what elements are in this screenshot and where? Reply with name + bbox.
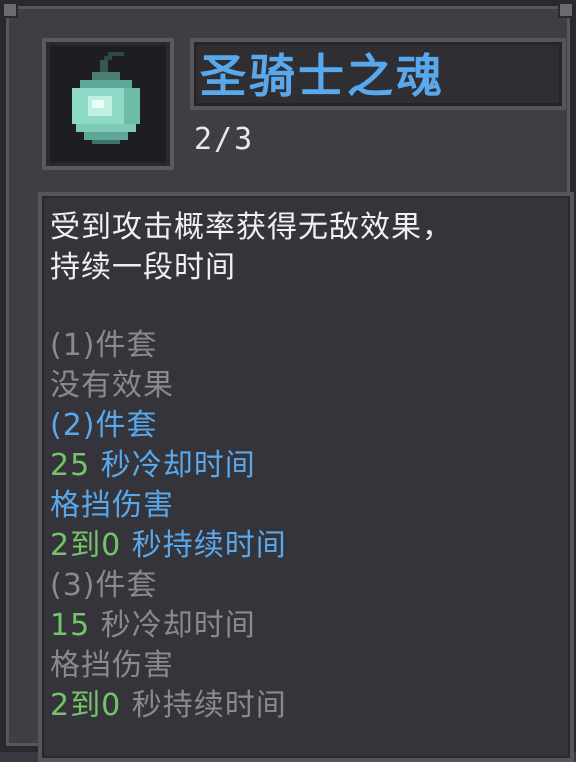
effect-number: 25 [50, 448, 91, 483]
set-effect-line: 没有效果 [50, 368, 174, 403]
set-header-1: (1)件套 [50, 328, 158, 363]
effect-number: 15 [50, 608, 91, 643]
set-header-2: (2)件套 [50, 408, 158, 443]
item-description: 受到攻击概率获得无敌效果， 持续一段时间 [50, 208, 453, 288]
set-effect-line: 格挡伤害 [50, 488, 174, 523]
set-bonus-list: (1)件套 没有效果 (2)件套 25 秒冷却时间 格挡伤害 2到0 秒持续时间… [50, 326, 287, 726]
set-effect-line: 15 秒冷却时间 [50, 608, 256, 643]
set-effect-line: 25 秒冷却时间 [50, 448, 256, 483]
soul-orb-icon [72, 52, 140, 144]
item-icon-slot [42, 38, 174, 170]
effect-number: 2到0 [50, 528, 122, 563]
item-count: 2/3 [194, 122, 255, 157]
tooltip-panel: 圣骑士之魂 2/3 受到攻击概率获得无敌效果， 持续一段时间 (1)件套 没有效… [0, 0, 576, 762]
set-effect-line: 格挡伤害 [50, 648, 174, 683]
description-line: 受到攻击概率获得无敌效果， [50, 210, 453, 245]
corner-rivet [558, 2, 574, 18]
description-box: 受到攻击概率获得无敌效果， 持续一段时间 (1)件套 没有效果 (2)件套 25… [38, 192, 574, 762]
set-effect-line: 2到0 秒持续时间 [50, 528, 287, 563]
corner-rivet [2, 2, 18, 18]
set-header-3: (3)件套 [50, 568, 158, 603]
description-line: 持续一段时间 [50, 250, 236, 285]
item-title-box: 圣骑士之魂 [190, 38, 566, 110]
item-name: 圣骑士之魂 [200, 49, 445, 103]
effect-number: 2到0 [50, 688, 122, 723]
set-effect-line: 2到0 秒持续时间 [50, 688, 287, 723]
